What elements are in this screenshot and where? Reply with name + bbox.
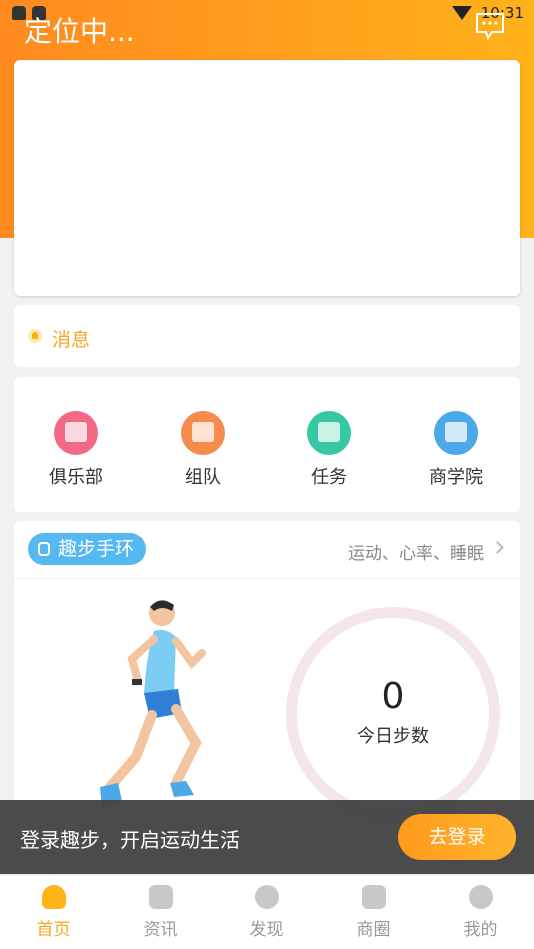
message-bubble-icon[interactable] (474, 12, 506, 40)
message-card[interactable]: 消息 (14, 305, 520, 367)
grid-item-label: 任务 (311, 467, 347, 488)
chevron-right-icon[interactable] (491, 541, 504, 554)
login-prompt-text: 登录趣步，开启运动生活 (20, 828, 240, 852)
tab-shop[interactable]: 商圈 (320, 885, 427, 940)
band-tag: 趣步手环 (28, 533, 147, 565)
tab-news[interactable]: 资讯 (107, 885, 214, 940)
watch-icon (38, 542, 50, 556)
message-label: 消息 (52, 329, 91, 351)
bell-icon (28, 329, 42, 343)
tab-label: 首页 (36, 920, 71, 940)
wifi-icon (452, 6, 472, 20)
login-prompt-bar: 登录趣步，开启运动生活 去登录 (0, 800, 534, 874)
band-card[interactable]: 趣步手环 运动、心率、睡眠 0 今日步数 (14, 521, 520, 821)
banner-area[interactable] (14, 60, 520, 296)
bottom-tab-bar: 首页 资讯 发现 商圈 我的 (0, 874, 534, 949)
steps-value: 0 (381, 676, 405, 717)
steps-label: 今日步数 (357, 726, 429, 747)
news-icon (148, 885, 173, 909)
tab-label: 发现 (249, 920, 284, 940)
task-icon (307, 411, 351, 455)
grid-item-club[interactable]: 俱乐部 (26, 411, 126, 489)
steps-ring: 0 今日步数 (286, 607, 500, 821)
club-icon (54, 411, 98, 455)
discover-icon (254, 885, 279, 909)
grid-item-task[interactable]: 任务 (279, 411, 379, 489)
team-icon (181, 411, 225, 455)
tab-profile[interactable]: 我的 (427, 885, 534, 940)
divider (14, 578, 520, 579)
book-icon (434, 411, 478, 455)
tab-home[interactable]: 首页 (0, 885, 107, 940)
shop-icon (361, 885, 386, 909)
grid-item-label: 组队 (185, 467, 221, 488)
band-tag-label: 趣步手环 (58, 538, 135, 560)
band-features[interactable]: 运动、心率、睡眠 (348, 539, 484, 564)
location-title[interactable]: 定位中... (24, 10, 135, 50)
grid-item-academy[interactable]: 商学院 (406, 411, 506, 489)
tab-label: 资讯 (143, 920, 178, 940)
quick-entry-grid: 俱乐部 组队 任务 商学院 (14, 377, 520, 512)
profile-icon (468, 885, 493, 909)
grid-item-team[interactable]: 组队 (153, 411, 253, 489)
grid-item-label: 商学院 (429, 467, 483, 488)
grid-item-label: 俱乐部 (49, 467, 103, 488)
tab-discover[interactable]: 发现 (213, 885, 320, 940)
login-button[interactable]: 去登录 (398, 814, 516, 860)
home-icon (41, 885, 66, 909)
tab-label: 商圈 (356, 920, 391, 940)
runner-illustration (100, 600, 206, 809)
tab-label: 我的 (463, 920, 498, 940)
